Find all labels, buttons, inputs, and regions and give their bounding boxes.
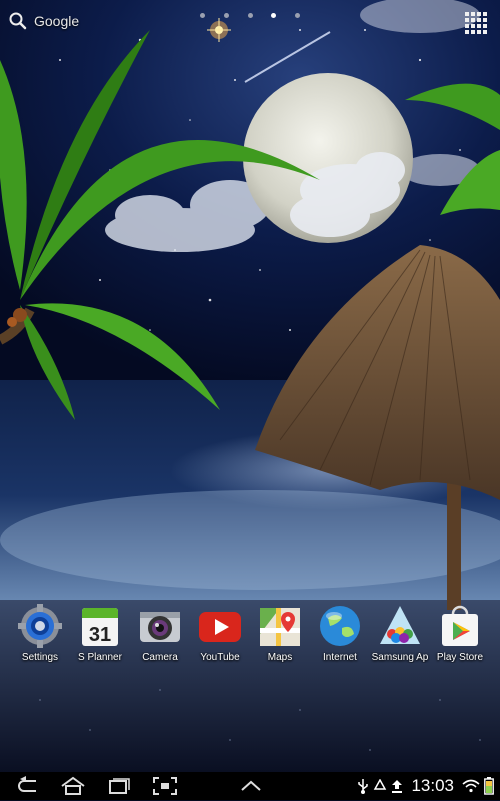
app-label: Settings [21, 652, 59, 663]
calendar-icon: 31 [78, 604, 122, 648]
app-label: Play Store [436, 652, 484, 663]
youtube-icon [198, 604, 242, 648]
back-icon [18, 776, 36, 792]
app-label: Maps [267, 652, 293, 663]
apps-grid-icon[interactable] [464, 11, 488, 35]
app-label: Camera [142, 652, 178, 663]
clock: 13:03 [411, 776, 454, 795]
settings-gear-icon [18, 604, 62, 648]
app-label: Internet [323, 652, 357, 663]
recycle-icon [374, 779, 387, 790]
google-search-bar[interactable]: Google [8, 8, 79, 34]
page-dot [271, 13, 277, 18]
app-youtube[interactable]: YouTube [190, 600, 250, 663]
calendar-day: 31 [89, 624, 111, 646]
up-chevron-button[interactable] [236, 776, 266, 796]
usb-icon [358, 779, 369, 794]
app-internet[interactable]: Internet [310, 600, 370, 663]
app-label: S Planner [78, 652, 122, 663]
home-button[interactable] [58, 776, 88, 796]
app-play-store[interactable]: Play Store [430, 600, 490, 663]
screenshot-button[interactable] [150, 776, 180, 796]
page-dot [295, 13, 300, 18]
recent-apps-button[interactable] [104, 776, 134, 796]
screenshot-icon [153, 777, 177, 795]
battery-icon [484, 777, 494, 795]
page-dot [247, 13, 253, 18]
page-indicator [200, 13, 300, 18]
play-store-icon [438, 604, 482, 648]
app-camera[interactable]: Camera [130, 600, 190, 663]
samsung-apps-icon [378, 604, 422, 648]
app-drawer-icon [465, 12, 487, 34]
globe-icon [318, 604, 362, 648]
app-settings[interactable]: Settings [10, 600, 70, 663]
maps-icon [258, 604, 302, 648]
up-chevron-icon [241, 780, 261, 791]
camera-icon [138, 604, 182, 648]
recent-apps-icon [109, 778, 130, 794]
status-area: 13:03 [357, 772, 494, 800]
app-maps[interactable]: Maps [250, 600, 310, 663]
page-dot [200, 13, 205, 18]
app-s-planner[interactable]: 31 S Planner [70, 600, 130, 663]
app-label: Samsung Ap [371, 652, 429, 663]
app-samsung-apps[interactable]: Samsung Ap [370, 600, 430, 663]
google-search-label: Google [34, 13, 80, 29]
page-dot [223, 13, 229, 18]
app-label: YouTube [200, 652, 240, 663]
wifi-icon [462, 779, 480, 793]
search-icon [9, 12, 27, 30]
back-button[interactable] [14, 776, 44, 796]
home-dock: Settings 31 S Planner Camera YouTube Map… [0, 600, 500, 670]
home-icon [61, 776, 85, 795]
system-bar: 13:03 [0, 772, 500, 800]
upload-icon [392, 780, 403, 793]
